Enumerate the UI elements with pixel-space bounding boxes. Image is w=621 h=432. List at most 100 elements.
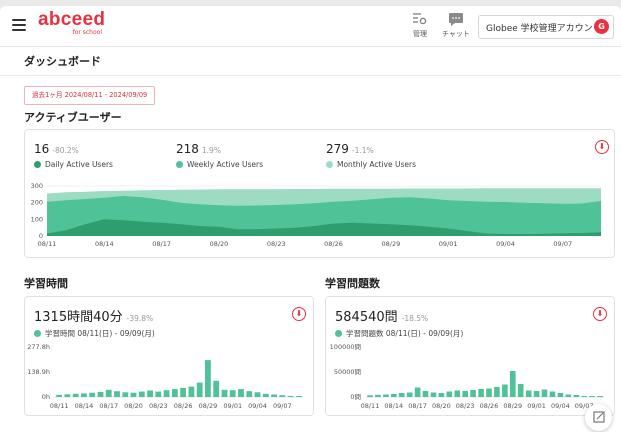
study-questions-legend-label: 学習問題数 08/11(日) - 09/09(月) [346, 329, 464, 338]
study-time-legend-label: 学習時間 08/11(日) - 09/09(月) [45, 329, 155, 338]
bar [430, 392, 437, 397]
bar [533, 391, 540, 397]
legend-dot [176, 161, 183, 168]
bar [517, 384, 524, 397]
bar [287, 395, 294, 397]
bar [541, 389, 548, 397]
bar [138, 391, 145, 397]
active-users-title: アクティブユーザー [24, 111, 122, 124]
bar [438, 393, 445, 397]
bar [114, 391, 120, 397]
divider [0, 75, 621, 76]
bar [72, 393, 79, 397]
bar [279, 395, 286, 397]
x-tick-label: 09/04 [248, 402, 267, 410]
logo[interactable]: abceed for school [38, 9, 106, 36]
x-tick-label: 08/29 [199, 402, 218, 410]
bar [422, 391, 429, 397]
legend-dot [34, 330, 41, 337]
x-tick-label: 08/17 [99, 402, 118, 410]
y-tick-label: 200 [31, 199, 43, 207]
bar [375, 394, 381, 398]
dau-value: 16 [34, 142, 50, 156]
study-questions-legend[interactable]: 学習問題数 08/11(日) - 09/09(月) [335, 328, 463, 339]
bar [64, 394, 71, 397]
study-time-change: -39.8% [126, 314, 154, 323]
nav-admin[interactable]: 管理 [412, 12, 428, 39]
active-users-card: 16 -80.2% Daily Active Users 218 1.9% Week… [24, 129, 615, 258]
x-tick-label: 08/29 [381, 240, 400, 248]
bar [597, 396, 603, 397]
x-tick-label: 08/26 [324, 240, 343, 248]
study-questions-title: 学習問題数 [325, 277, 380, 290]
bar [105, 389, 112, 397]
nav-chat-label: チャット [442, 30, 470, 38]
study-questions-metric: 584540問 -18.5% 学習問題数 08/11(日) - 09/09(月) [335, 306, 463, 339]
bar [446, 391, 453, 397]
x-tick-label: 08/23 [456, 402, 475, 410]
logo-text: abceed [38, 9, 106, 30]
bar [238, 389, 244, 397]
bar [89, 392, 96, 397]
bar [502, 384, 508, 397]
x-tick-label: 08/26 [480, 402, 499, 410]
account-button[interactable]: Globee 学校管理アカウント G [478, 15, 614, 39]
chat-icon [448, 13, 463, 26]
legend-dot [34, 161, 41, 168]
x-tick-label: 08/14 [95, 240, 114, 248]
download-icon[interactable]: ⬇ [595, 140, 609, 154]
download-icon[interactable]: ⬇ [593, 307, 607, 321]
mau-change: -1.1% [351, 146, 374, 155]
dau-legend-label: Daily Active Users [45, 160, 113, 169]
download-icon[interactable]: ⬇ [292, 307, 306, 321]
bar [391, 394, 397, 397]
study-time-title: 学習時間 [24, 277, 68, 290]
mau-legend[interactable]: Monthly Active Users [326, 160, 416, 169]
x-tick-label: 08/14 [384, 402, 403, 410]
x-tick-label: 09/01 [439, 240, 458, 248]
dau-metric: 16 -80.2% Daily Active Users [34, 138, 113, 169]
bar [147, 390, 153, 397]
wau-value: 218 [176, 142, 199, 156]
wau-metric: 218 1.9% Weekly Active Users [176, 138, 263, 169]
y-tick-label: 100 [31, 215, 43, 223]
x-tick-label: 08/11 [38, 240, 57, 248]
avatar: G [594, 19, 609, 34]
study-time-legend[interactable]: 学習時間 08/11(日) - 09/09(月) [34, 328, 155, 339]
x-tick-label: 09/01 [527, 402, 546, 410]
bar [462, 391, 468, 397]
wau-legend-label: Weekly Active Users [187, 160, 264, 169]
x-tick-label: 09/07 [273, 402, 292, 410]
bar [155, 391, 162, 397]
settings-icon [413, 13, 427, 25]
wau-legend[interactable]: Weekly Active Users [176, 160, 263, 169]
dau-legend[interactable]: Daily Active Users [34, 160, 113, 169]
mau-value: 279 [326, 142, 349, 156]
active-users-chart: 300 200 100 008/11 08/14 08/17 08/20 08/23 08/26… [31, 182, 601, 248]
menu-icon[interactable] [12, 19, 26, 31]
x-tick-label: 08/20 [432, 402, 451, 410]
edit-button[interactable] [585, 404, 612, 431]
bar [525, 390, 532, 397]
bar [221, 389, 228, 397]
bar [296, 396, 302, 397]
x-tick-label: 08/26 [174, 402, 193, 410]
x-tick-label: 08/20 [210, 240, 229, 248]
bar [196, 382, 203, 397]
date-range-selector[interactable]: 過去1ヶ月 2024/08/11 - 2024/09/09 [24, 86, 156, 105]
bar [205, 360, 211, 397]
x-tick-label: 08/23 [267, 240, 286, 248]
bar [573, 395, 580, 397]
study-time-value: 1315時間40分 [34, 310, 123, 325]
bar [56, 394, 62, 397]
bar [271, 394, 277, 397]
nav-chat[interactable]: チャット [442, 12, 470, 39]
x-tick-label: 08/14 [75, 402, 94, 410]
y-tick-label: 0 [39, 232, 43, 240]
legend-dot [326, 161, 333, 168]
study-questions-value: 584540問 [335, 310, 398, 325]
study-time-chart: 277.8h 138.9h 0h08/11 08/14 08/17 08/20 08/23 0… [27, 343, 303, 410]
bar [188, 386, 195, 397]
bar [97, 392, 104, 397]
wau-change: 1.9% [201, 146, 221, 155]
